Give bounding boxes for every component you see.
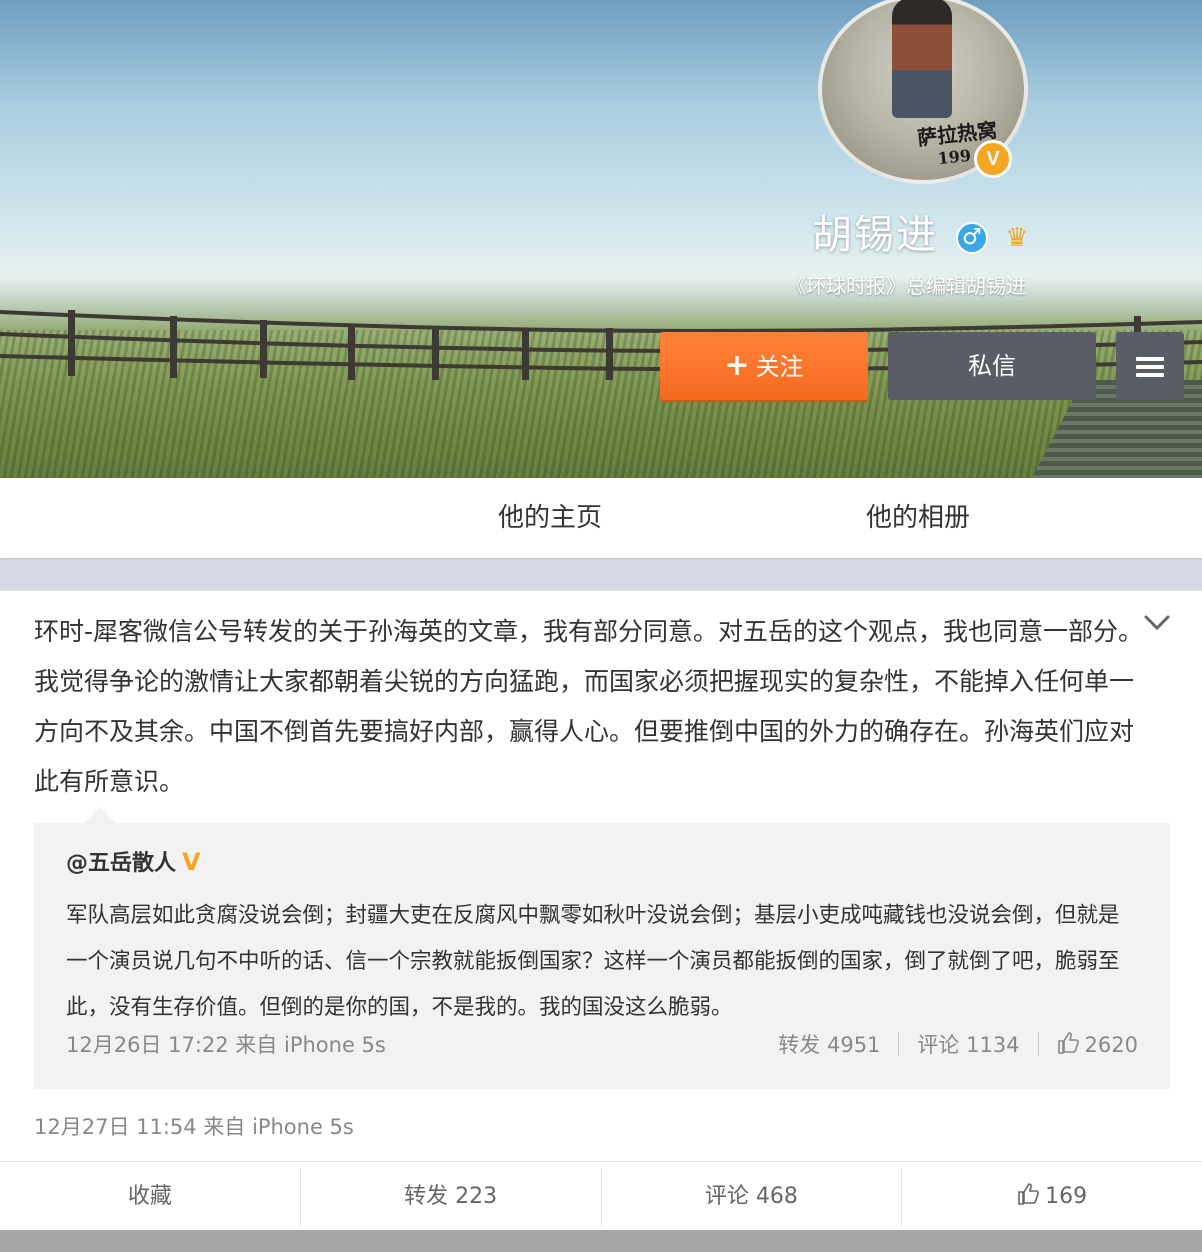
thumbs-up-icon: [1057, 1032, 1079, 1054]
profile-description: 《环球时报》总编辑胡锡进: [786, 274, 1026, 298]
post-text: 环时-犀客微信公号转发的关于孙海英的文章，我有部分同意。对五岳的这个观点，我也同…: [34, 617, 1144, 796]
repost-author[interactable]: @五岳散人 V: [66, 845, 201, 877]
follow-button[interactable]: + 关注: [660, 332, 868, 400]
menu-icon: [1136, 353, 1164, 381]
male-icon: ♂: [956, 222, 988, 254]
repost-repost-count[interactable]: 转发 4951: [778, 1029, 880, 1059]
member-icon: ♛: [1005, 223, 1029, 253]
profile-name: 胡锡进: [812, 212, 938, 258]
plus-icon: +: [724, 348, 750, 383]
thumbs-up-icon: [1018, 1183, 1040, 1205]
bottom-strip: [0, 1230, 1202, 1252]
favorite-button[interactable]: 收藏: [0, 1168, 301, 1226]
repost-card[interactable]: @五岳散人 V 军队高层如此贪腐没说会倒；封疆大吏在反腐风中飘零如秋叶没说会倒；基…: [34, 807, 1170, 1089]
avatar-person: [892, 0, 952, 118]
verified-icon: V: [182, 848, 201, 876]
divider: [898, 1032, 900, 1056]
tab-home[interactable]: 他的主页: [498, 478, 602, 558]
comment-button[interactable]: 评论 468: [602, 1168, 903, 1226]
profile-tabs: 他的主页 他的相册: [0, 478, 1202, 558]
repost-like-button[interactable]: 2620: [1057, 1031, 1138, 1057]
like-count: 169: [1045, 1184, 1088, 1209]
repost-timestamp[interactable]: 12月26日 17:22 来自 iPhone 5s: [66, 1029, 386, 1059]
tab-album[interactable]: 他的相册: [866, 478, 970, 558]
weibo-post: 环时-犀客微信公号转发的关于孙海英的文章，我有部分同意。对五岳的这个观点，我也同…: [0, 590, 1202, 1231]
message-label: 私信: [968, 352, 1016, 380]
repost-comment-count[interactable]: 评论 1134: [917, 1029, 1019, 1059]
verified-icon: V: [974, 140, 1012, 178]
message-button[interactable]: 私信: [888, 332, 1096, 400]
repost-stats: 转发 4951 评论 1134 2620: [778, 1029, 1138, 1059]
repost-button[interactable]: 转发 223: [301, 1168, 602, 1226]
more-menu-button[interactable]: [1116, 332, 1184, 400]
repost-text: 军队高层如此贪腐没说会倒；封疆大吏在反腐风中飘零如秋叶没说会倒；基层小吏成吨藏钱…: [66, 903, 1120, 1020]
chevron-down-icon[interactable]: [1142, 607, 1172, 637]
like-button[interactable]: 169: [902, 1168, 1202, 1226]
post-actions: 收藏 转发 223 评论 468 169: [0, 1161, 1202, 1232]
follow-label: 关注: [755, 353, 804, 381]
post-timestamp[interactable]: 12月27日 11:54 来自 iPhone 5s: [34, 1111, 354, 1141]
divider: [1037, 1032, 1039, 1056]
